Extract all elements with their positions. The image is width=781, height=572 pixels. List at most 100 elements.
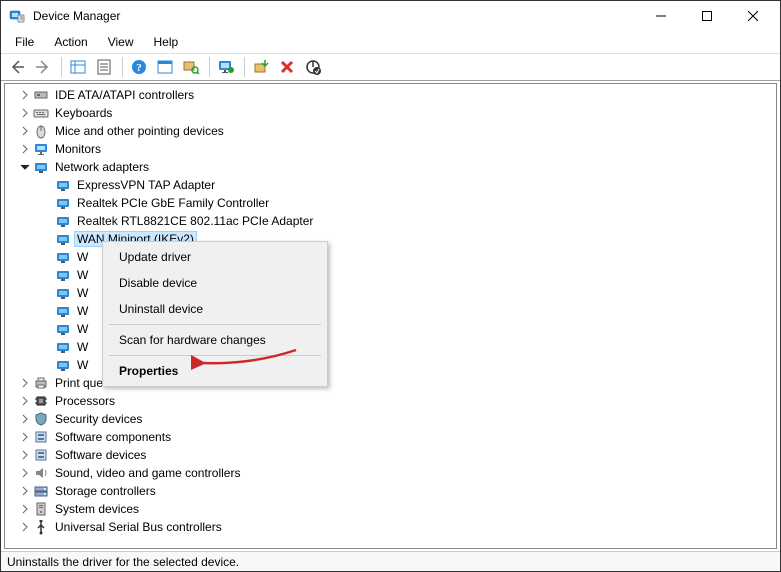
chevron-right-icon[interactable]: [19, 377, 31, 389]
show-toolbar-icon[interactable]: [153, 55, 177, 79]
chevron-right-icon[interactable]: [19, 431, 31, 443]
context-menu-item[interactable]: Disable device: [105, 270, 325, 296]
chevron-right-icon[interactable]: [19, 89, 31, 101]
tree-node-label: Monitors: [53, 142, 103, 156]
tree-node-label: IDE ATA/ATAPI controllers: [53, 88, 196, 102]
tree-node-label: Security devices: [53, 412, 144, 426]
uninstall-icon[interactable]: [275, 55, 299, 79]
maximize-button[interactable]: [684, 1, 730, 31]
twisty-none: [41, 179, 53, 191]
chevron-right-icon[interactable]: [19, 125, 31, 137]
software-icon: [33, 447, 49, 463]
scan-hardware-icon[interactable]: [179, 55, 203, 79]
tree-node-label: System devices: [53, 502, 141, 516]
netadapter-icon: [33, 159, 49, 175]
tree-node-label: ExpressVPN TAP Adapter: [75, 178, 217, 192]
context-menu-item[interactable]: Scan for hardware changes: [105, 327, 325, 353]
twisty-none: [41, 197, 53, 209]
tree-node[interactable]: Keyboards: [7, 104, 774, 122]
netadapter-icon: [55, 357, 71, 373]
storage-icon: [33, 483, 49, 499]
toolbar-separator: [209, 57, 210, 77]
menu-item-help[interactable]: Help: [144, 31, 189, 53]
remote-monitor-icon[interactable]: [214, 55, 238, 79]
context-menu-separator: [109, 355, 321, 356]
tree-node[interactable]: Software devices: [7, 446, 774, 464]
toolbar-separator: [244, 57, 245, 77]
tree-node[interactable]: Security devices: [7, 410, 774, 428]
sound-icon: [33, 465, 49, 481]
title-bar: Device Manager: [1, 1, 780, 31]
chevron-right-icon[interactable]: [19, 143, 31, 155]
tree-node-label: Mice and other pointing devices: [53, 124, 226, 138]
tree-node[interactable]: Sound, video and game controllers: [7, 464, 774, 482]
close-button[interactable]: [730, 1, 776, 31]
status-text: Uninstalls the driver for the selected d…: [7, 555, 239, 569]
context-menu-separator: [109, 324, 321, 325]
tree-node[interactable]: Realtek PCIe GbE Family Controller: [7, 194, 774, 212]
menu-item-file[interactable]: File: [5, 31, 44, 53]
tree-node[interactable]: IDE ATA/ATAPI controllers: [7, 86, 774, 104]
tree-node[interactable]: Mice and other pointing devices: [7, 122, 774, 140]
context-menu-item[interactable]: Properties: [105, 358, 325, 384]
tree-node-label: W: [75, 304, 90, 318]
software-icon: [33, 429, 49, 445]
usb-icon: [33, 519, 49, 535]
chevron-down-icon[interactable]: [19, 161, 31, 173]
chevron-right-icon[interactable]: [19, 395, 31, 407]
menu-item-action[interactable]: Action: [44, 31, 97, 53]
tree-node-label: Network adapters: [53, 160, 151, 174]
tree-node[interactable]: Processors: [7, 392, 774, 410]
twisty-none: [41, 269, 53, 281]
context-menu-item[interactable]: Uninstall device: [105, 296, 325, 322]
disable-icon[interactable]: [301, 55, 325, 79]
menu-item-view[interactable]: View: [98, 31, 144, 53]
security-icon: [33, 411, 49, 427]
minimize-button[interactable]: [638, 1, 684, 31]
properties-panel-icon[interactable]: [92, 55, 116, 79]
netadapter-icon: [55, 231, 71, 247]
tree-node[interactable]: Software components: [7, 428, 774, 446]
chevron-right-icon[interactable]: [19, 413, 31, 425]
printer-icon: [33, 375, 49, 391]
menu-bar: FileActionViewHelp: [1, 31, 780, 53]
system-icon: [33, 501, 49, 517]
chevron-right-icon[interactable]: [19, 503, 31, 515]
context-menu: Update driverDisable deviceUninstall dev…: [102, 241, 328, 387]
toolbar: ?: [1, 53, 780, 81]
twisty-none: [41, 323, 53, 335]
forward-icon[interactable]: [31, 55, 55, 79]
chevron-right-icon[interactable]: [19, 521, 31, 533]
tree-node[interactable]: Storage controllers: [7, 482, 774, 500]
chevron-right-icon[interactable]: [19, 485, 31, 497]
netadapter-icon: [55, 195, 71, 211]
chevron-right-icon[interactable]: [19, 449, 31, 461]
tree-node-label: Universal Serial Bus controllers: [53, 520, 224, 534]
tree-node-label: Sound, video and game controllers: [53, 466, 242, 480]
tree-node-label: Software components: [53, 430, 173, 444]
app-icon: [9, 8, 25, 24]
help-icon[interactable]: ?: [127, 55, 151, 79]
toolbar-separator: [61, 57, 62, 77]
update-driver-icon[interactable]: [249, 55, 273, 79]
tree-node[interactable]: Monitors: [7, 140, 774, 158]
netadapter-icon: [55, 339, 71, 355]
tree-node-label: Storage controllers: [53, 484, 158, 498]
tree-node[interactable]: Network adapters: [7, 158, 774, 176]
show-hidden-icon[interactable]: [66, 55, 90, 79]
netadapter-icon: [55, 285, 71, 301]
tree-node-label: W: [75, 250, 90, 264]
tree-node[interactable]: ExpressVPN TAP Adapter: [7, 176, 774, 194]
keyboard-icon: [33, 105, 49, 121]
tree-node[interactable]: Universal Serial Bus controllers: [7, 518, 774, 536]
netadapter-icon: [55, 177, 71, 193]
tree-node-label: Realtek PCIe GbE Family Controller: [75, 196, 271, 210]
tree-node[interactable]: Realtek RTL8821CE 802.11ac PCIe Adapter: [7, 212, 774, 230]
chevron-right-icon[interactable]: [19, 107, 31, 119]
tree-node-label: W: [75, 340, 90, 354]
chevron-right-icon[interactable]: [19, 467, 31, 479]
tree-node[interactable]: System devices: [7, 500, 774, 518]
twisty-none: [41, 287, 53, 299]
back-icon[interactable]: [5, 55, 29, 79]
context-menu-item[interactable]: Update driver: [105, 244, 325, 270]
